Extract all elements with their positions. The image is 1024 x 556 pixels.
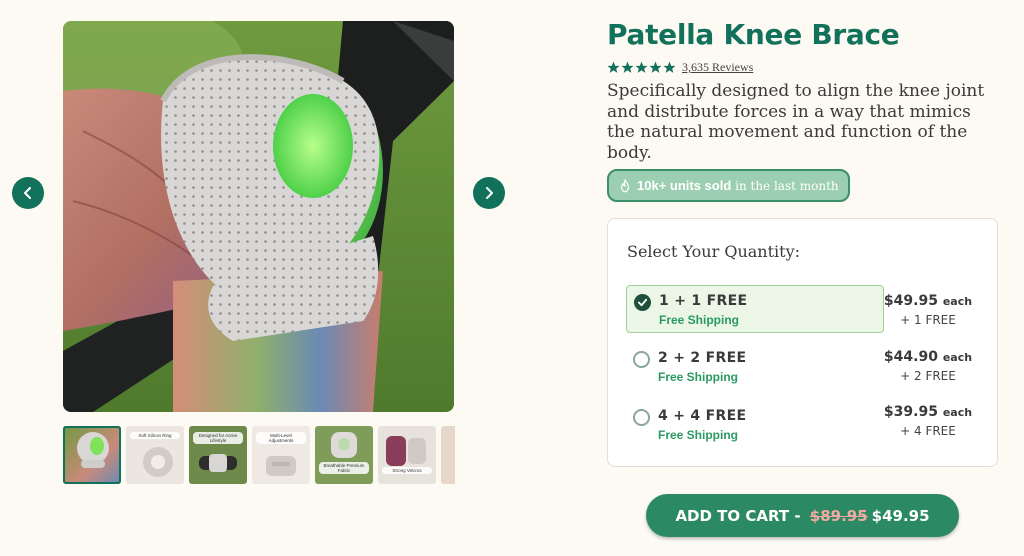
radio-unchecked-icon (633, 409, 650, 426)
thumbnail-label: Soft Silicon Ring (130, 432, 180, 439)
thumbnail[interactable]: Strong Velcros (378, 426, 436, 484)
chevron-left-icon (24, 187, 31, 199)
price-value: $49.95 (883, 293, 938, 309)
quantity-option-2[interactable]: 2 + 2 FREE Free Shipping (626, 343, 884, 391)
rating: 3,635 Reviews (607, 60, 753, 75)
thumbnail-strip: Soft Silicon Ring Designed for Active Li… (63, 426, 455, 486)
chevron-right-icon (486, 187, 493, 199)
product-description: Specifically designed to align the knee … (607, 81, 985, 163)
thumbnail[interactable]: Soft Silicon Ring (126, 426, 184, 484)
price-unit: each (942, 295, 973, 308)
thumbnail[interactable] (441, 426, 455, 484)
velcro-image (386, 436, 426, 466)
units-sold-count: 10k+ units sold (637, 178, 732, 193)
radio-checked-icon (634, 294, 651, 311)
breathable-fabric-image (331, 432, 357, 458)
quantity-selector: Select Your Quantity: 1 + 1 FREE Free Sh… (607, 218, 998, 467)
price-value: $39.95 (883, 404, 938, 420)
knee-brace-image (77, 432, 109, 468)
thumbnail[interactable]: Multi-Level Adjustments (252, 426, 310, 484)
thumbnail-label: Multi-Level Adjustments (256, 432, 306, 444)
cart-label: ADD TO CART - (675, 506, 806, 525)
add-to-cart-button[interactable]: ADD TO CART - $89.95 $49.95 (646, 494, 959, 537)
star-icon (663, 61, 676, 73)
option-name: 2 + 2 FREE (658, 350, 747, 366)
reviews-link[interactable]: 3,635 Reviews (682, 60, 753, 75)
option-name: 4 + 4 FREE (658, 408, 747, 424)
free-count: + 1 FREE (900, 313, 956, 327)
free-count: + 2 FREE (900, 369, 956, 383)
free-count: + 4 FREE (900, 424, 956, 438)
radio-unchecked-icon (633, 351, 650, 368)
option-shipping: Free Shipping (659, 313, 740, 327)
quantity-heading: Select Your Quantity: (627, 242, 801, 261)
main-product-image[interactable] (63, 21, 454, 412)
option-price: $39.95 each + 4 FREE (868, 404, 988, 438)
thumbnail-label: Designed for Active Lifestyle (193, 432, 243, 444)
thumbnail[interactable]: Designed for Active Lifestyle (189, 426, 247, 484)
sale-price: $49.95 (871, 506, 930, 525)
star-rating (607, 61, 676, 74)
quantity-option-1[interactable]: 1 + 1 FREE Free Shipping (626, 285, 884, 333)
price-value: $44.90 (883, 349, 938, 365)
star-icon (621, 61, 634, 73)
units-sold-period: in the last month (731, 179, 839, 193)
option-price: $44.90 each + 2 FREE (868, 349, 988, 383)
product-title: Patella Knee Brace (607, 18, 900, 51)
previous-image-button[interactable] (12, 177, 44, 209)
star-icon (635, 61, 648, 73)
flame-icon (620, 178, 630, 192)
thumbnail[interactable]: Breathable Premium Fabric (315, 426, 373, 484)
price-unit: each (942, 406, 973, 419)
option-price: $49.95 each + 1 FREE (868, 293, 988, 327)
thumbnail-label: Strong Velcros (382, 467, 432, 474)
option-shipping: Free Shipping (658, 428, 739, 442)
star-icon (649, 61, 662, 73)
quantity-option-3[interactable]: 4 + 4 FREE Free Shipping (626, 401, 884, 449)
option-shipping: Free Shipping (658, 370, 739, 384)
units-sold-badge: 10k+ units sold in the last month (607, 169, 850, 202)
original-price: $89.95 (809, 506, 868, 525)
next-image-button[interactable] (473, 177, 505, 209)
thumbnail[interactable] (63, 426, 121, 484)
price-unit: each (942, 351, 973, 364)
thumbnail-label: Breathable Premium Fabric (319, 462, 369, 474)
option-name: 1 + 1 FREE (659, 293, 748, 309)
star-icon (607, 61, 620, 73)
